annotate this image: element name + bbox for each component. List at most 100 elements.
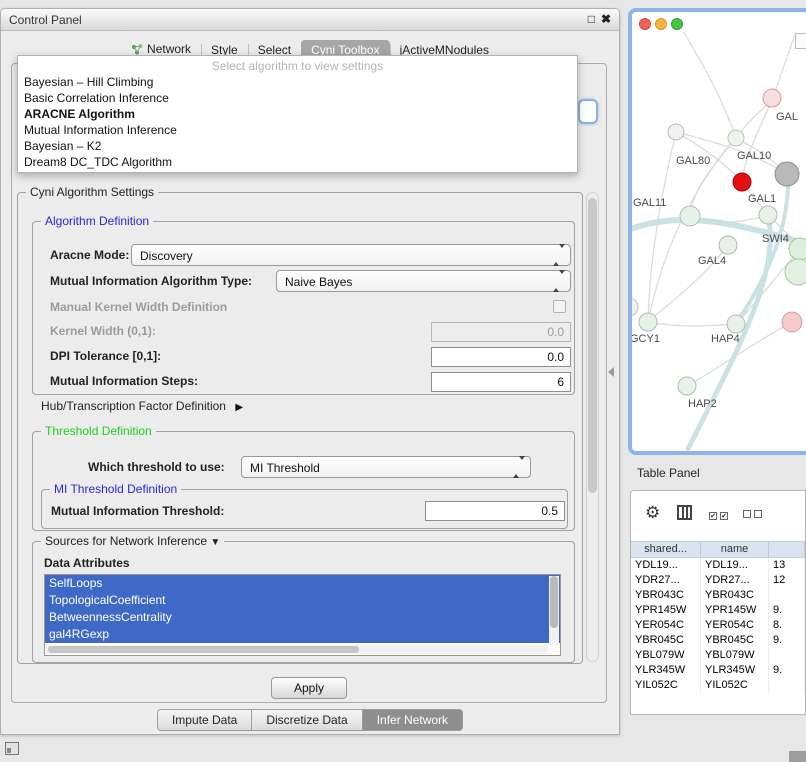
node-gal10-red[interactable] <box>733 173 751 191</box>
table-cell: YLR345W <box>631 663 701 678</box>
cyni-algorithm-settings-group: Cyni Algorithm Settings Algorithm Defini… <box>17 192 583 664</box>
combo-arrows-icon <box>553 248 567 264</box>
mi-steps-field[interactable] <box>431 372 571 392</box>
column-header[interactable]: shared... <box>631 542 701 557</box>
mi-threshold-definition-group: MI Threshold Definition Mutual Informati… <box>41 489 568 529</box>
attributes-items: SelfLoopsTopologicalCoefficientBetweenne… <box>45 575 560 643</box>
restore-icon[interactable]: □ <box>588 12 595 26</box>
table-cell <box>769 648 805 663</box>
table-cell: YPR145W <box>701 603 769 618</box>
table-cell: YBL079W <box>701 648 769 663</box>
node-gal11[interactable] <box>680 206 700 226</box>
deselect-all-checks-icon[interactable] <box>743 507 765 521</box>
splitter-collapse-arrow[interactable] <box>608 367 614 377</box>
table-cell <box>769 678 805 693</box>
attribute-list-item[interactable]: BetweennessCentrality <box>45 609 560 626</box>
table-cell: 9. <box>769 633 805 648</box>
list-horizontal-scrollbar[interactable] <box>46 645 548 654</box>
scrollbar-thumb[interactable] <box>48 646 359 653</box>
table-row[interactable]: YPR145W YPR145W 9. <box>631 603 805 618</box>
control-panel-titlebar[interactable]: Control Panel □ ✖ <box>1 9 619 31</box>
tab-infer-network[interactable]: Infer Network <box>363 709 463 731</box>
tab-impute-data[interactable]: Impute Data <box>157 709 252 731</box>
table-row[interactable]: YIL052C YIL052C <box>631 678 805 693</box>
table-cell: 12 <box>769 573 805 588</box>
zoom-traffic-light[interactable] <box>671 18 683 30</box>
table-row[interactable]: YDL19... YDL19... 13 <box>631 558 805 573</box>
node-pink-top[interactable] <box>763 89 781 107</box>
list-vertical-scrollbar[interactable] <box>549 576 559 645</box>
window-title: Control Panel <box>9 13 82 27</box>
mi-steps-label: Mutual Information Steps: <box>50 374 198 388</box>
sources-legend-label: Sources for Network Inference <box>45 534 207 548</box>
close-traffic-light[interactable] <box>639 18 651 30</box>
node-label: GAL80 <box>676 155 710 167</box>
menu-item[interactable]: Mutual Information Inference <box>18 122 577 138</box>
aracne-mode-select[interactable]: Discovery <box>131 244 571 266</box>
combo-arrows-icon <box>513 460 527 476</box>
kernel-width-label: Kernel Width (0,1): <box>50 324 156 338</box>
node-pink-right[interactable] <box>782 312 802 332</box>
attribute-list-item[interactable]: SelfLoops <box>45 575 560 592</box>
combo-arrows-icon <box>553 274 567 290</box>
hub-definition-label: Hub/Transcription Factor Definition <box>41 399 226 413</box>
node-label: SWI4 <box>762 233 789 245</box>
node-pale[interactable] <box>632 298 638 316</box>
node-hap4[interactable] <box>727 315 745 333</box>
node-pale-large[interactable] <box>785 259 806 285</box>
table-row[interactable]: YER054C YER054C 8. <box>631 618 805 633</box>
mi-threshold-field[interactable] <box>425 501 565 521</box>
table-cell: YBR045C <box>701 633 769 648</box>
node-label: HAP2 <box>688 398 717 410</box>
dpi-tolerance-field[interactable] <box>431 347 571 367</box>
table-row[interactable]: YBR045C YBR045C 9. <box>631 633 805 648</box>
attribute-list-item[interactable]: gal4RGexp <box>45 626 560 643</box>
node-pale[interactable] <box>668 124 684 140</box>
table-row[interactable]: YDR27... YDR27... 12 <box>631 573 805 588</box>
scrollbar-thumb[interactable] <box>550 576 558 628</box>
node-hap2[interactable] <box>678 377 696 395</box>
table-cell: YPR145W <box>631 603 701 618</box>
menu-item[interactable]: Basic Correlation Inference <box>18 90 577 106</box>
kernel-width-field <box>431 322 571 342</box>
table-cell: 9. <box>769 663 805 678</box>
tab-discretize-data[interactable]: Discretize Data <box>252 709 362 731</box>
node-gcy1[interactable] <box>639 313 657 331</box>
node-swi4[interactable] <box>789 238 806 260</box>
apply-button[interactable]: Apply <box>271 677 347 699</box>
node-pale[interactable] <box>728 130 744 146</box>
network-view-window[interactable]: GAL GAL80 GAL10 GAL11 GAL1 SWI4 GAL4 GCY… <box>628 8 806 455</box>
attribute-list-item[interactable]: TopologicalCoefficient <box>45 592 560 609</box>
settings-vertical-scrollbar[interactable] <box>586 192 599 662</box>
table-cell: 13 <box>769 558 805 573</box>
table-row[interactable]: YLR345W YLR345W 9. <box>631 663 805 678</box>
close-icon[interactable]: ✖ <box>601 12 611 26</box>
node-gal4[interactable] <box>719 236 737 254</box>
node-gal1[interactable] <box>759 206 777 224</box>
table-row[interactable]: YBL079W YBL079W <box>631 648 805 663</box>
table-panel-window: ⚙ ✔✔ shared... name YDL19... YDL19... 13… <box>630 490 806 715</box>
gear-icon[interactable]: ⚙ <box>645 503 660 523</box>
mi-threshold-label: Mutual Information Threshold: <box>51 504 224 518</box>
table-row[interactable]: YBR043C YBR043C <box>631 588 805 603</box>
help-button[interactable] <box>578 99 598 124</box>
minimized-panel-icon[interactable] <box>5 742 19 755</box>
menu-item[interactable]: Dream8 DC_TDC Algorithm <box>18 154 577 170</box>
mi-algorithm-type-select[interactable]: Naive Bayes <box>276 270 571 292</box>
node-gray[interactable] <box>775 162 799 186</box>
scrollbar-thumb[interactable] <box>588 198 597 493</box>
columns-icon[interactable] <box>677 505 692 520</box>
menu-item-selected[interactable]: ARACNE Algorithm <box>18 106 577 122</box>
column-header[interactable]: name <box>701 542 769 557</box>
node-label: HAP4 <box>711 333 740 345</box>
which-threshold-select[interactable]: MI Threshold <box>241 456 531 478</box>
column-header[interactable] <box>769 542 805 557</box>
minimize-traffic-light[interactable] <box>655 18 667 30</box>
menu-item[interactable]: Bayesian – Hill Climbing <box>18 74 577 90</box>
select-all-checks-icon[interactable]: ✔✔ <box>709 507 731 521</box>
data-attributes-label: Data Attributes <box>44 556 130 570</box>
menu-item[interactable]: Bayesian – K2 <box>18 138 577 154</box>
hub-definition-expander[interactable]: Hub/Transcription Factor Definition ▶ <box>41 399 243 413</box>
sources-expander[interactable]: Sources for Network Inference ▼ <box>41 534 224 548</box>
table-body: YDL19... YDL19... 13 YDR27... YDR27... 1… <box>631 558 805 693</box>
